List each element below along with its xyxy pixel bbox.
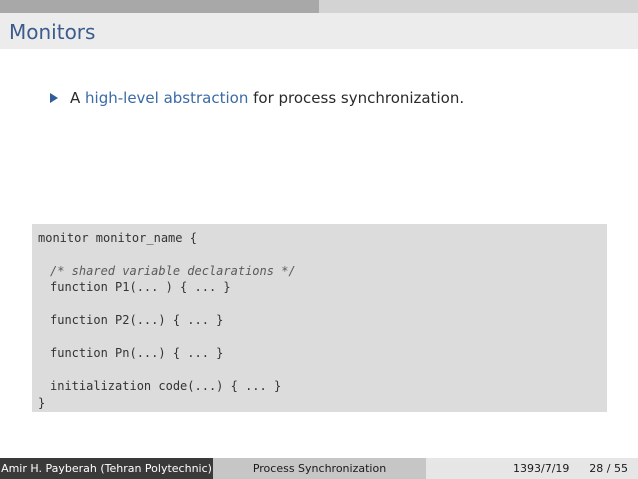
- code-comment-line: /* shared variable declarations */: [50, 264, 296, 278]
- triangle-bullet-icon: [50, 93, 58, 103]
- top-progress-strip: [0, 0, 638, 13]
- slide-title: Monitors: [9, 20, 96, 44]
- bullet-suffix: for process synchronization.: [248, 89, 465, 107]
- code-line: function Pn(...) { ... }: [50, 346, 224, 360]
- bullet-item: A high-level abstraction for process syn…: [50, 88, 464, 108]
- bullet-text: A high-level abstraction for process syn…: [70, 88, 464, 108]
- code-line: function P2(...) { ... }: [50, 313, 224, 327]
- footer-bar: Amir H. Payberah (Tehran Polytechnic) Pr…: [0, 458, 638, 479]
- top-strip-left: [0, 0, 319, 13]
- bullet-highlight: high-level abstraction: [85, 89, 249, 107]
- footer-author: Amir H. Payberah (Tehran Polytechnic): [0, 458, 213, 479]
- bullet-prefix: A: [70, 89, 86, 107]
- code-line: }: [38, 396, 46, 410]
- footer-page-number: 28 / 55: [589, 462, 628, 475]
- footer-right: 1393/7/19 28 / 55: [426, 458, 638, 479]
- code-line: function P1(... ) { ... }: [50, 280, 231, 294]
- code-line: monitor monitor_name {: [38, 231, 197, 245]
- footer-date: 1393/7/19: [513, 462, 570, 475]
- footer-topic: Process Synchronization: [213, 458, 426, 479]
- title-bar: [0, 13, 638, 49]
- top-strip-right: [319, 0, 638, 13]
- code-line: initialization code(...) { ... }: [50, 379, 282, 393]
